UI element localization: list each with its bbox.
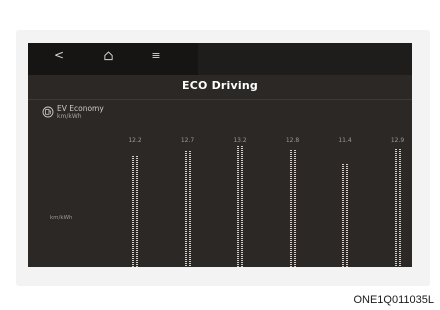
bar-value-label: 12.9 <box>390 137 405 144</box>
ev-economy-icon <box>42 106 54 118</box>
page-title: ECO Driving <box>182 79 258 92</box>
home-icon[interactable] <box>93 43 123 67</box>
bar <box>237 146 243 267</box>
bar-value-label: 13.2 <box>233 137 247 144</box>
back-button[interactable]: < <box>44 43 74 67</box>
divider <box>28 99 412 100</box>
bar <box>184 151 191 267</box>
bar <box>289 150 296 267</box>
menu-icon[interactable]: ≡ <box>141 43 171 67</box>
bar <box>132 156 138 267</box>
bar-value-label: 12.7 <box>180 137 195 144</box>
ev-economy-unit: km/kWh <box>57 113 82 120</box>
bar-value-label: 12.2 <box>128 137 142 144</box>
top-navigation-bar: < ≡ <box>28 43 412 75</box>
bar <box>342 164 348 267</box>
y-axis-unit: km/kWh <box>50 215 73 221</box>
bar-value-label: 11.4 <box>338 137 352 144</box>
infotainment-screen: < ≡ ECO Driving EV Economy km/kWh km/kWh… <box>28 43 412 267</box>
ev-economy-title: EV Economy <box>57 104 104 113</box>
bar-value-label: 12.8 <box>285 137 300 144</box>
bar <box>394 149 401 267</box>
ev-economy-header: EV Economy km/kWh <box>42 105 104 120</box>
image-caption: ONE1Q011035L <box>353 294 434 306</box>
